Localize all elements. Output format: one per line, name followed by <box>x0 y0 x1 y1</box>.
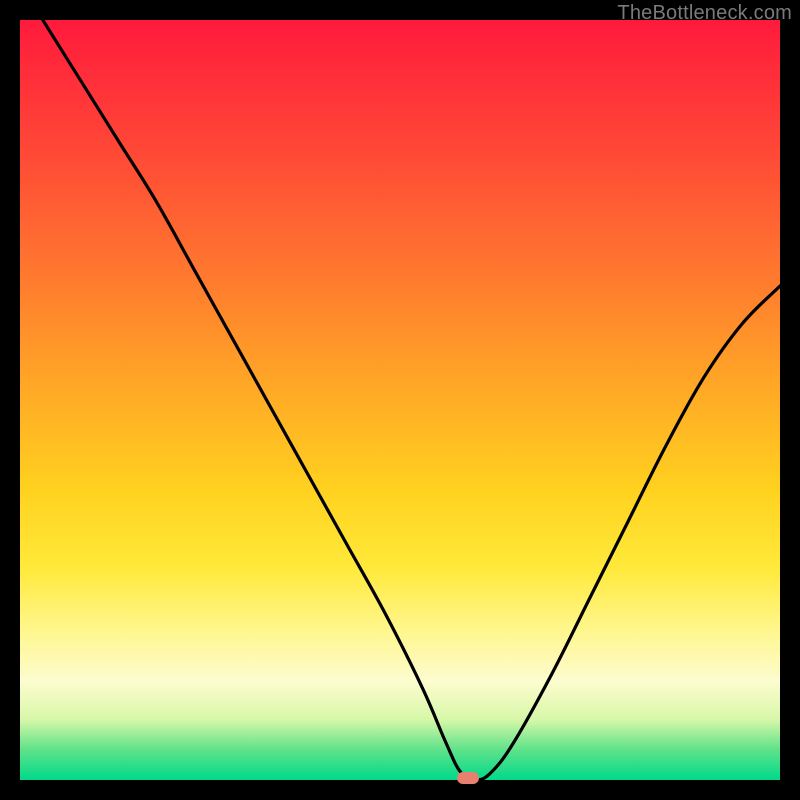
minimum-marker <box>457 772 479 784</box>
chart-frame: TheBottleneck.com <box>0 0 800 800</box>
bottleneck-curve <box>20 20 780 780</box>
gradient-plot-area <box>20 20 780 780</box>
